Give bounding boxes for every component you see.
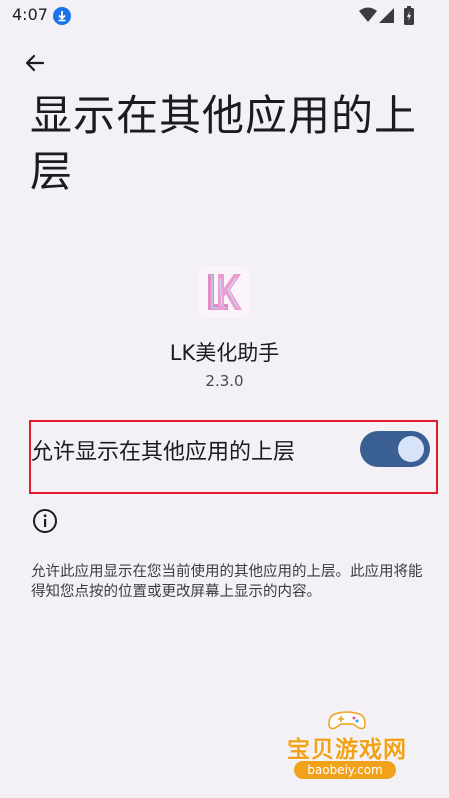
watermark-url: baobeiy.com	[294, 761, 396, 779]
toggle-label: 允许显示在其他应用的上层	[31, 440, 296, 465]
status-bar: 4:07	[0, 0, 449, 30]
wifi-icon	[359, 7, 377, 27]
signal-icon	[378, 7, 395, 28]
back-button[interactable]	[20, 50, 50, 80]
download-icon	[53, 7, 71, 25]
info-icon	[32, 508, 58, 534]
switch-thumb	[398, 436, 424, 462]
watermark: 宝贝游戏网 baobeiy.com	[272, 708, 422, 788]
app-name: LK美化助手	[169, 341, 280, 365]
page-title: 显示在其他应用的上层	[30, 91, 418, 196]
watermark-title: 宝贝游戏网	[287, 737, 407, 763]
permission-description: 允许此应用显示在您当前使用的其他应用的上层。此应用将能得知您点按的位置或更改屏幕…	[31, 564, 423, 600]
app-icon	[198, 266, 250, 318]
battery-icon	[404, 6, 414, 29]
overlay-permission-switch[interactable]	[360, 431, 430, 467]
status-time: 4:07	[12, 5, 48, 24]
app-version: 2.3.0	[205, 372, 244, 390]
arrow-left-icon	[23, 51, 47, 79]
overlay-permission-toggle-row[interactable]: 允许显示在其他应用的上层	[31, 424, 431, 490]
